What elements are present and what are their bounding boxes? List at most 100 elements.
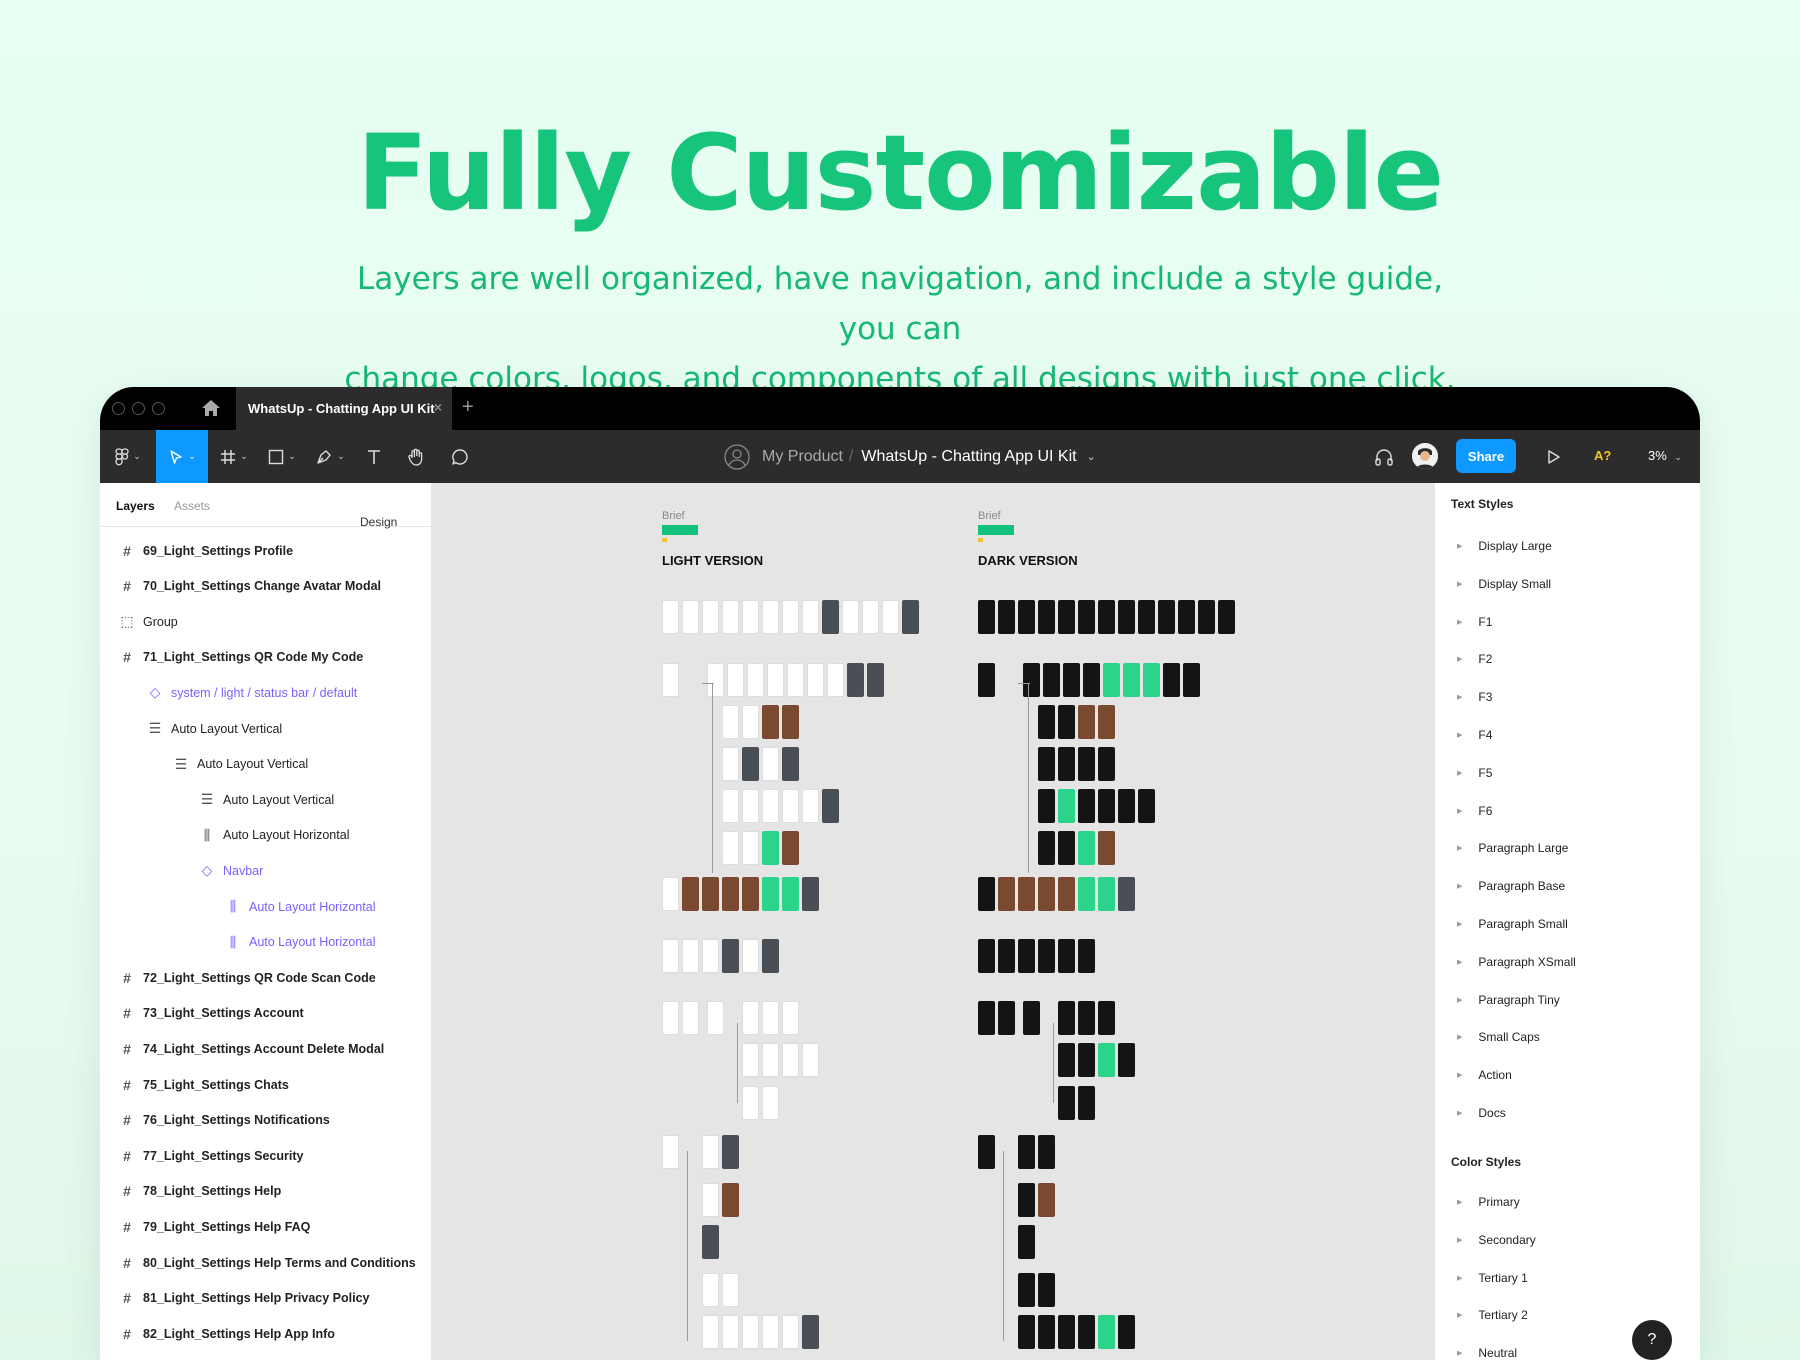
move-tool-button[interactable]: ⌄ [156,430,208,483]
layer-row[interactable]: #77_Light_Settings Security [100,1138,432,1173]
layer-row[interactable]: #70_Light_Settings Change Avatar Modal [100,569,432,604]
frame-thumbnail[interactable] [1083,663,1100,697]
frame-thumbnail[interactable] [1038,747,1055,781]
frame-thumbnail[interactable] [787,663,804,697]
frame-thumbnail[interactable] [1018,600,1035,634]
frame-thumbnail[interactable] [1118,789,1135,823]
expand-arrow-icon[interactable]: ▶ [1457,882,1462,890]
frame-thumbnail[interactable] [1043,663,1060,697]
layer-row[interactable]: ☰ Auto Layout Vertical [100,711,432,746]
frame-thumbnail[interactable] [707,663,724,697]
frame-thumbnail[interactable] [1018,877,1035,911]
frame-thumbnail[interactable] [662,1135,679,1169]
frame-thumbnail[interactable] [782,705,799,739]
frame-thumbnail[interactable] [1098,1001,1115,1035]
layer-row[interactable]: #69_Light_Settings Profile [100,533,432,568]
frame-thumbnail[interactable] [702,600,719,634]
frame-thumbnail[interactable] [807,663,824,697]
frame-thumbnail[interactable] [722,600,739,634]
color-style-item[interactable]: ▶ Tertiary 1 [1457,1271,1528,1285]
text-style-item[interactable]: ▶ F5 [1457,766,1492,780]
color-style-item[interactable]: ▶ Neutral [1457,1346,1517,1360]
frame-thumbnail[interactable] [742,1001,759,1035]
frame-thumbnail[interactable] [1198,600,1215,634]
frame-thumbnail[interactable] [1018,1273,1035,1307]
text-style-item[interactable]: ▶ Display Large [1457,539,1552,553]
frame-thumbnail[interactable] [762,747,779,781]
frame-thumbnail[interactable] [1058,877,1075,911]
text-style-item[interactable]: ▶ Paragraph Large [1457,841,1568,855]
frame-thumbnail[interactable] [902,600,919,634]
team-avatar-icon[interactable] [724,443,750,470]
frame-thumbnail[interactable] [842,600,859,634]
layer-row[interactable]: #75_Light_Settings Chats [100,1067,432,1102]
home-icon[interactable] [200,398,222,418]
frame-thumbnail[interactable] [1078,705,1095,739]
frame-thumbnail[interactable] [722,1135,739,1169]
layer-row[interactable]: #82_Light_Settings Help App Info [100,1316,432,1351]
expand-arrow-icon[interactable]: ▶ [1457,1198,1462,1206]
tab-layers[interactable]: Layers [116,499,155,513]
frame-thumbnail[interactable] [742,831,759,865]
shape-tool-button[interactable]: ⌄ [260,430,304,483]
frame-thumbnail[interactable] [1058,1001,1075,1035]
frame-thumbnail[interactable] [1078,939,1095,973]
main-menu-button[interactable]: ⌄ [108,430,148,483]
expand-arrow-icon[interactable]: ▶ [1457,693,1462,701]
frame-thumbnail[interactable] [802,789,819,823]
frame-thumbnail[interactable] [1038,1273,1055,1307]
layer-row[interactable]: ☰ Auto Layout Vertical [100,747,432,782]
layer-row[interactable]: #78_Light_Settings Help [100,1174,432,1209]
project-name[interactable]: My Product [762,448,843,466]
frame-thumbnail[interactable] [762,789,779,823]
frame-thumbnail[interactable] [1058,831,1075,865]
frame-thumbnail[interactable] [722,705,739,739]
expand-arrow-icon[interactable]: ▶ [1457,655,1462,663]
close-tab-icon[interactable]: × [434,399,442,415]
color-style-item[interactable]: ▶ Secondary [1457,1233,1536,1247]
frame-thumbnail[interactable] [762,877,779,911]
frame-thumbnail[interactable] [662,939,679,973]
frame-thumbnail[interactable] [1018,939,1035,973]
frame-thumbnail[interactable] [1038,600,1055,634]
frame-thumbnail[interactable] [822,600,839,634]
frame-thumbnail[interactable] [782,600,799,634]
window-minimize-button[interactable] [132,402,145,415]
frame-thumbnail[interactable] [1058,1086,1075,1120]
frame-thumbnail[interactable] [1178,600,1195,634]
frame-thumbnail[interactable] [762,1043,779,1077]
frame-thumbnail[interactable] [978,1135,995,1169]
expand-arrow-icon[interactable]: ▶ [1457,542,1462,550]
frame-thumbnail[interactable] [1038,877,1055,911]
frame-thumbnail[interactable] [1023,1001,1040,1035]
expand-arrow-icon[interactable]: ▶ [1457,920,1462,928]
frame-thumbnail[interactable] [782,1315,799,1349]
frame-thumbnail[interactable] [1058,600,1075,634]
frame-thumbnail[interactable] [782,877,799,911]
expand-arrow-icon[interactable]: ▶ [1457,1274,1462,1282]
frame-thumbnail[interactable] [742,877,759,911]
expand-arrow-icon[interactable]: ▶ [1457,731,1462,739]
frame-thumbnail[interactable] [1103,663,1120,697]
frame-thumbnail[interactable] [998,939,1015,973]
layer-row[interactable]: #71_Light_Settings QR Code My Code [100,640,432,675]
frame-thumbnail[interactable] [998,600,1015,634]
frame-thumbnail[interactable] [1018,1135,1035,1169]
text-style-item[interactable]: ▶ F4 [1457,728,1492,742]
frame-thumbnail[interactable] [707,1001,724,1035]
frame-thumbnail[interactable] [702,939,719,973]
frame-thumbnail[interactable] [1098,831,1115,865]
frame-thumbnail[interactable] [682,600,699,634]
layer-row[interactable]: ⫼ Auto Layout Horizontal [100,889,432,924]
frame-thumbnail[interactable] [1078,1315,1095,1349]
expand-arrow-icon[interactable]: ▶ [1457,1033,1462,1041]
frame-thumbnail[interactable] [862,600,879,634]
frame-thumbnail[interactable] [978,939,995,973]
frame-thumbnail[interactable] [1123,663,1140,697]
frame-thumbnail[interactable] [1078,789,1095,823]
text-style-item[interactable]: ▶ F2 [1457,652,1492,666]
frame-tool-button[interactable]: ⌄ [212,430,256,483]
frame-thumbnail[interactable] [742,789,759,823]
frame-thumbnail[interactable] [762,600,779,634]
frame-thumbnail[interactable] [978,1001,995,1035]
